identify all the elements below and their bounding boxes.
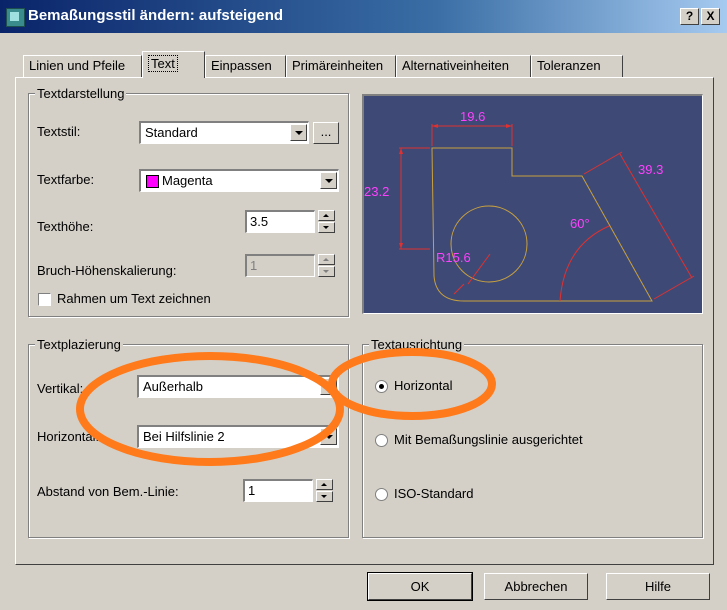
- dim-radius-text: R15.6: [436, 250, 471, 265]
- abstand-input[interactable]: 1: [243, 479, 313, 502]
- spin-up-icon[interactable]: [318, 210, 335, 221]
- help-title-button[interactable]: ?: [680, 8, 699, 25]
- tab-text-label: Text: [148, 55, 178, 72]
- tab-alternativeinheiten[interactable]: Alternativeinheiten: [396, 55, 531, 77]
- texthoehe-spinner[interactable]: [318, 210, 335, 233]
- textfarbe-label: Textfarbe:: [37, 172, 95, 187]
- bruch-spinner: [318, 254, 335, 277]
- abstand-label: Abstand von Bem.-Linie:: [37, 484, 179, 499]
- textdarstellung-label: Textdarstellung: [35, 86, 127, 101]
- chevron-down-icon[interactable]: [290, 124, 307, 141]
- help-button[interactable]: Hilfe: [606, 573, 710, 600]
- cancel-button[interactable]: Abbrechen: [484, 573, 588, 600]
- part-outline: [431, 147, 653, 302]
- bruch-label: Bruch-Höhenskalierung:: [37, 263, 177, 278]
- spin-down-icon[interactable]: [316, 491, 333, 502]
- textstil-value: Standard: [145, 125, 198, 140]
- horizontal-label: Horizontal:: [37, 429, 100, 444]
- radio-aligned-label[interactable]: Mit Bemaßungslinie ausgerichtet: [394, 432, 583, 447]
- dim-angle-text: 60°: [570, 216, 590, 231]
- horizontal-combo[interactable]: Bei Hilfslinie 2: [137, 425, 339, 448]
- part-hole: [450, 205, 528, 283]
- dim-top-text: 19.6: [460, 109, 485, 124]
- radio-horizontal[interactable]: [375, 380, 388, 393]
- textfarbe-value: Magenta: [162, 173, 213, 188]
- radio-iso-label[interactable]: ISO-Standard: [394, 486, 474, 501]
- textplazierung-label: Textplazierung: [35, 337, 123, 352]
- bruch-value: 1: [250, 258, 258, 273]
- spin-down-icon: [318, 266, 335, 277]
- dim-right-text: 39.3: [638, 162, 663, 177]
- chevron-down-icon[interactable]: [320, 172, 337, 189]
- preview-panel: 19.6 23.2 39.3 60° R15.6: [362, 94, 703, 314]
- rahmen-checkbox[interactable]: [38, 293, 51, 306]
- chevron-down-icon[interactable]: [320, 428, 337, 445]
- textstil-combo[interactable]: Standard: [139, 121, 309, 144]
- radio-aligned[interactable]: [375, 434, 388, 447]
- texthoehe-input[interactable]: 3.5: [245, 210, 315, 233]
- vertikal-label: Vertikal:: [37, 381, 84, 396]
- spin-down-icon[interactable]: [318, 222, 335, 233]
- texthoehe-label: Texthöhe:: [37, 219, 94, 234]
- spin-up-icon: [318, 254, 335, 265]
- spin-up-icon[interactable]: [316, 479, 333, 490]
- app-icon: [6, 8, 25, 27]
- tab-toleranzen[interactable]: Toleranzen: [531, 55, 623, 77]
- textstil-label: Textstil:: [37, 124, 81, 139]
- color-swatch: [146, 175, 159, 188]
- vertikal-combo[interactable]: Außerhalb: [137, 375, 339, 398]
- textstil-browse-button[interactable]: ...: [313, 122, 339, 144]
- tab-linien-und-pfeile[interactable]: Linien und Pfeile: [23, 55, 142, 77]
- tab-primaereinheiten[interactable]: Primäreinheiten: [286, 55, 396, 77]
- textfarbe-combo[interactable]: Magenta: [139, 169, 339, 192]
- ok-button[interactable]: OK: [367, 572, 473, 601]
- bruch-input: 1: [245, 254, 315, 277]
- dialog-window: Bemaßungsstil ändern: aufsteigend ? X Li…: [0, 0, 727, 610]
- texthoehe-value: 3.5: [250, 214, 269, 229]
- abstand-value: 1: [248, 483, 256, 498]
- textausrichtung-label: Textausrichtung: [369, 337, 465, 352]
- rahmen-label[interactable]: Rahmen um Text zeichnen: [57, 291, 211, 306]
- tab-einpassen[interactable]: Einpassen: [205, 55, 286, 77]
- title-bar[interactable]: Bemaßungsstil ändern: aufsteigend ? X: [0, 0, 727, 33]
- chevron-down-icon[interactable]: [320, 378, 337, 395]
- dimension-preview-drawing: 19.6 23.2 39.3 60° R15.6: [364, 109, 695, 302]
- abstand-spinner[interactable]: [316, 479, 333, 502]
- tab-text[interactable]: Text: [142, 51, 205, 78]
- close-title-button[interactable]: X: [701, 8, 720, 25]
- dimension-lines: [399, 124, 695, 302]
- radio-horizontal-label[interactable]: Horizontal: [394, 378, 453, 393]
- radio-iso[interactable]: [375, 488, 388, 501]
- dim-left-text: 23.2: [364, 184, 389, 199]
- horizontal-value: Bei Hilfslinie 2: [143, 429, 225, 444]
- vertikal-value: Außerhalb: [143, 379, 203, 394]
- window-title: Bemaßungsstil ändern: aufsteigend: [28, 7, 284, 24]
